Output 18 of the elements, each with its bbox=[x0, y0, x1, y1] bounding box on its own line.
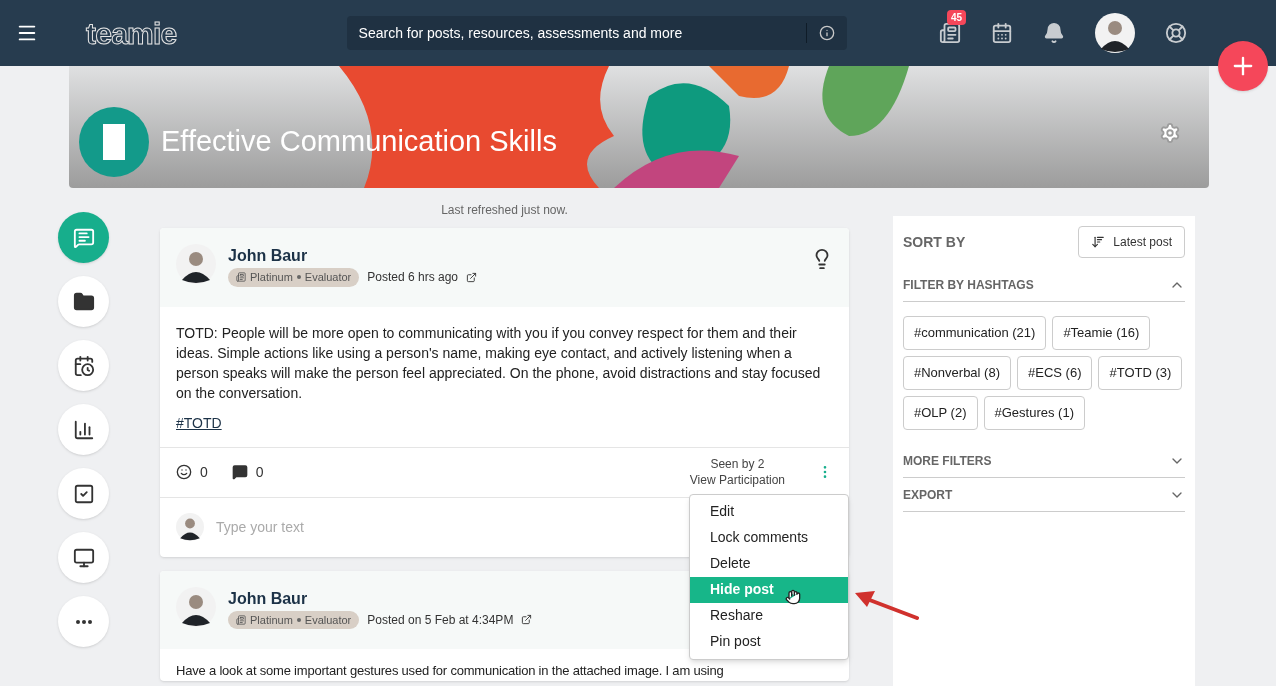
seen-count: Seen by 2 bbox=[710, 456, 765, 472]
sort-label: SORT BY bbox=[903, 232, 966, 252]
tier-label: Platinum bbox=[250, 270, 293, 285]
role-label: Evaluator bbox=[304, 612, 352, 628]
sort-button-label: Latest post bbox=[1113, 234, 1172, 251]
tier-label: Platinum bbox=[250, 612, 293, 628]
section-title: MORE FILTERS bbox=[903, 452, 992, 470]
post-time: Posted 6 hrs ago bbox=[367, 269, 458, 287]
role-label: Evaluator bbox=[304, 270, 352, 285]
refresh-note: Last refreshed just now. bbox=[440, 202, 569, 219]
comment-count: 0 bbox=[255, 462, 264, 482]
section-title: EXPORT bbox=[903, 486, 953, 504]
post-body: TOTD: People will be more open to communicating with you if you convey respect for them and their ideas. Simple actions like using a person's name, making eye contact, and actively listening when a person speaks will make the person feel appreciated. On the phone, avoid distractions and stay focused on the conversation. bbox=[175, 323, 822, 403]
section-title: FILTER BY HASHTAGS bbox=[903, 276, 1034, 294]
reaction-count: 0 bbox=[200, 462, 208, 482]
post-body: Have a look at some important gestures used for communication in the attached image. I am using bbox=[175, 662, 725, 680]
notification-count: 45 bbox=[947, 10, 967, 25]
post-time: Posted on 5 Feb at 4:34PM bbox=[367, 611, 514, 629]
